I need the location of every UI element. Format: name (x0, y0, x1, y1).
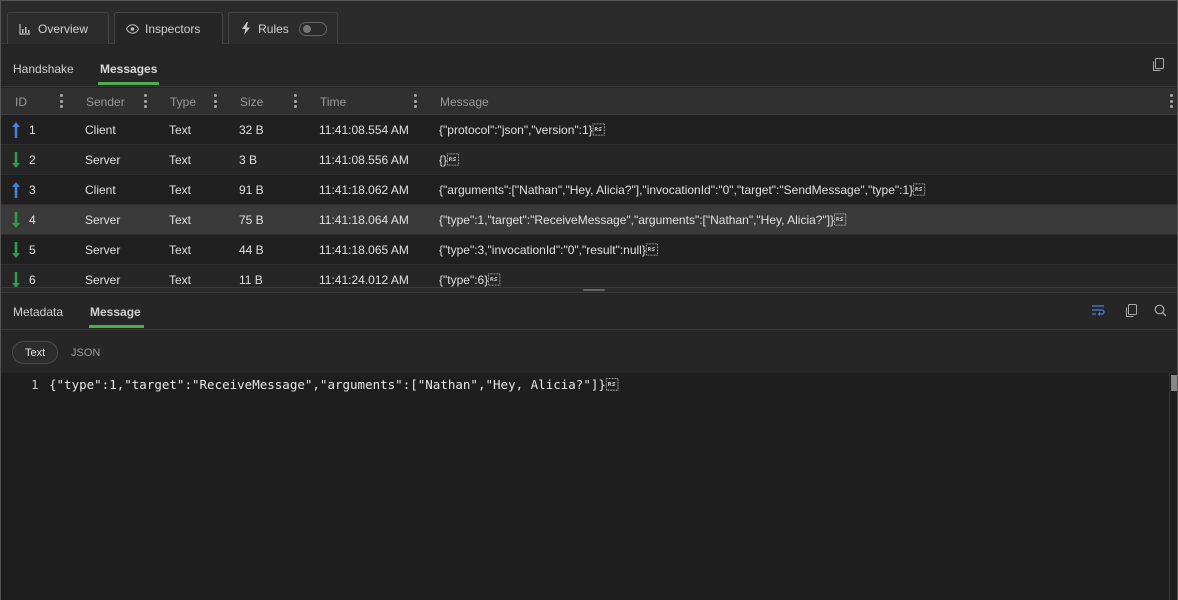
tab-message[interactable]: Message (90, 305, 141, 319)
cell-size: 11 B (239, 273, 263, 287)
sub-tab-bar: Handshake Messages (1, 45, 1177, 87)
copy-icon[interactable] (1125, 304, 1138, 321)
cell-message: {"type":1,"target":"ReceiveMessage","arg… (439, 213, 847, 227)
tab-messages[interactable]: Messages (100, 62, 157, 76)
table-row[interactable]: 1 Client Text 32 B 11:41:08.554 AM {"pro… (1, 115, 1177, 145)
top-tab-bar: Overview Inspectors Rules (1, 1, 1177, 44)
column-header-type[interactable]: Type (170, 95, 196, 109)
cell-time: 11:41:08.554 AM (319, 123, 409, 137)
column-header-time[interactable]: Time (320, 95, 346, 109)
cell-time: 11:41:24.012 AM (319, 273, 409, 287)
table-header: ID Sender Type Size Time Message (1, 88, 1177, 115)
column-header-size[interactable]: Size (240, 95, 263, 109)
cell-sender: Server (85, 213, 121, 227)
cell-message: {"type":3,"invocationId":"0","result":nu… (439, 243, 658, 257)
cell-id: 2 (29, 153, 36, 167)
cell-id: 3 (29, 183, 36, 197)
format-text-button[interactable]: Text (12, 341, 59, 364)
tab-rules-label: Rules (258, 21, 289, 36)
arrow-down-icon (11, 211, 21, 229)
table-row-selected[interactable]: 4 Server Text 75 B 11:41:18.064 AM {"typ… (1, 205, 1177, 235)
column-header-sender[interactable]: Sender (86, 95, 125, 109)
arrow-up-icon (11, 121, 21, 139)
column-menu-icon[interactable] (413, 94, 417, 108)
word-wrap-icon[interactable] (1091, 304, 1105, 319)
copy-icon[interactable] (1152, 58, 1165, 75)
eye-icon (125, 22, 139, 36)
format-json-button[interactable]: JSON (71, 347, 100, 359)
tab-inspectors-label: Inspectors (145, 21, 201, 36)
cell-type: Text (169, 153, 192, 167)
cell-message: {} (439, 153, 460, 167)
column-menu-icon[interactable] (143, 94, 147, 108)
cell-id: 6 (29, 273, 36, 287)
tab-handshake[interactable]: Handshake (13, 62, 74, 76)
cell-sender: Client (85, 123, 116, 137)
rules-toggle[interactable] (298, 21, 327, 36)
cell-time: 11:41:18.062 AM (319, 183, 409, 197)
cell-size: 32 B (239, 123, 264, 137)
cell-id: 5 (29, 243, 36, 257)
cell-type: Text (169, 243, 192, 257)
arrow-down-icon (11, 151, 21, 169)
bar-chart-icon (18, 22, 32, 36)
cell-size: 91 B (239, 183, 264, 197)
cell-sender: Server (85, 273, 121, 287)
column-header-message[interactable]: Message (440, 95, 489, 109)
cell-sender: Server (85, 243, 121, 257)
search-icon[interactable] (1154, 304, 1167, 320)
cell-size: 44 B (239, 243, 264, 257)
cell-time: 11:41:18.064 AM (319, 213, 409, 227)
cell-sender: Server (85, 153, 121, 167)
arrow-down-icon (11, 271, 21, 287)
tab-messages-indicator (98, 82, 159, 85)
tab-metadata[interactable]: Metadata (13, 305, 63, 319)
cell-size: 3 B (239, 153, 258, 167)
table-row[interactable]: 2 Server Text 3 B 11:41:08.556 AM {} (1, 145, 1177, 175)
tab-overview-label: Overview (38, 21, 89, 36)
column-menu-icon[interactable] (1169, 94, 1173, 108)
cell-size: 75 B (239, 213, 264, 227)
cell-time: 11:41:08.556 AM (319, 153, 409, 167)
arrow-down-icon (11, 241, 21, 259)
table-row[interactable]: 6 Server Text 11 B 11:41:24.012 AM {"typ… (1, 265, 1177, 287)
line-number: 1 (31, 377, 39, 392)
cell-time: 11:41:18.065 AM (319, 243, 409, 257)
table-row[interactable]: 5 Server Text 44 B 11:41:18.065 AM {"typ… (1, 235, 1177, 265)
column-menu-icon[interactable] (59, 94, 63, 108)
column-header-id[interactable]: ID (15, 95, 27, 109)
cell-id: 4 (29, 213, 36, 227)
detail-tab-bar: Metadata Message (1, 293, 1177, 330)
editor-content[interactable]: {"type":1,"target":"ReceiveMessage","arg… (49, 377, 618, 392)
scrollbar-thumb[interactable] (1171, 375, 1177, 391)
cell-sender: Client (85, 183, 116, 197)
tab-rules[interactable]: Rules (228, 12, 338, 44)
messages-table-body: 1 Client Text 32 B 11:41:08.554 AM {"pro… (1, 115, 1177, 287)
cell-type: Text (169, 123, 192, 137)
splitter-grip[interactable] (583, 289, 605, 291)
cell-message: {"protocol":"json","version":1} (439, 123, 605, 137)
editor-scrollbar[interactable] (1169, 373, 1177, 600)
tab-overview[interactable]: Overview (7, 12, 109, 44)
tab-inspectors[interactable]: Inspectors (114, 12, 223, 44)
table-row[interactable]: 3 Client Text 91 B 11:41:18.062 AM {"arg… (1, 175, 1177, 205)
cell-type: Text (169, 213, 192, 227)
cell-type: Text (169, 183, 192, 197)
column-menu-icon[interactable] (213, 94, 217, 108)
cell-message: {"type":6} (439, 273, 501, 287)
cell-message: {"arguments":["Nathan","Hey, Alicia?"],"… (439, 183, 926, 197)
cell-id: 1 (29, 123, 36, 137)
cell-type: Text (169, 273, 192, 287)
lightning-icon (239, 22, 252, 36)
arrow-up-icon (11, 181, 21, 199)
tab-message-indicator (89, 325, 144, 328)
format-bar: Text JSON (1, 330, 1177, 373)
column-menu-icon[interactable] (293, 94, 297, 108)
message-editor[interactable]: 1 {"type":1,"target":"ReceiveMessage","a… (1, 373, 1177, 600)
